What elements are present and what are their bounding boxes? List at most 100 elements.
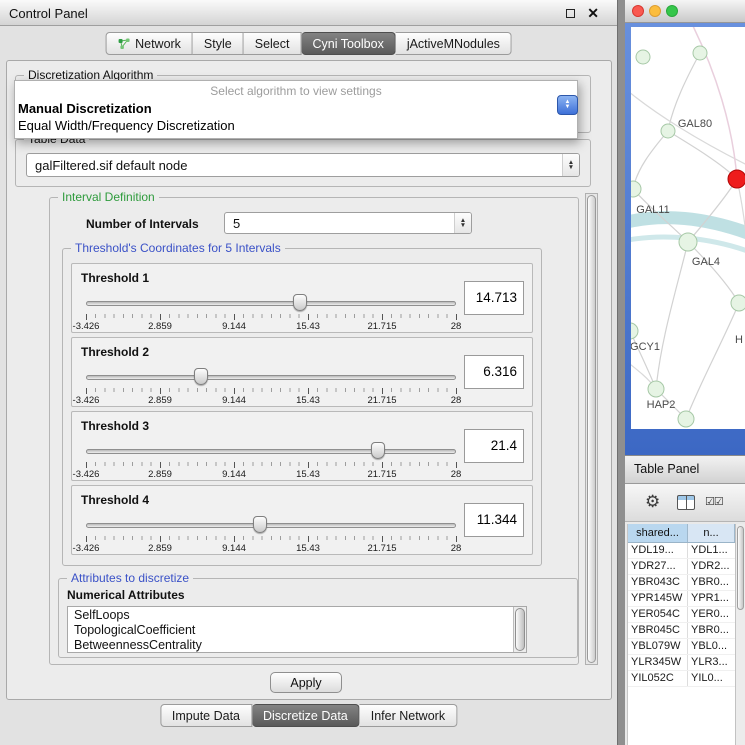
- threshold-value-field[interactable]: 6.316: [464, 355, 524, 389]
- network-edge[interactable]: [631, 331, 656, 389]
- network-node[interactable]: [661, 124, 675, 138]
- combobox-arrows-icon: ▲ ▼: [454, 213, 471, 233]
- table-row[interactable]: YDR27...YDR2...: [628, 559, 735, 575]
- table-scrollbar-thumb[interactable]: [737, 526, 744, 610]
- tab-network[interactable]: Network: [105, 32, 193, 55]
- apply-button[interactable]: Apply: [270, 672, 342, 693]
- attribute-item-betweennesscentrality[interactable]: BetweennessCentrality: [68, 638, 513, 653]
- slider-tick-labels: -3.4262.8599.14415.4321.71528: [86, 321, 456, 331]
- table-row[interactable]: YER054CYER0...: [628, 607, 735, 623]
- network-edge[interactable]: [656, 242, 688, 389]
- major-tick: [456, 388, 457, 394]
- table-cell: YPR145W: [628, 591, 688, 606]
- control-panel-content: Discretization Algorithm Table Data galF…: [6, 60, 612, 700]
- table-data-group: Table Data galFiltered.sif default node …: [15, 139, 591, 187]
- threshold-slider[interactable]: -3.4262.8599.14415.4321.71528: [86, 292, 456, 332]
- threshold-panel: Threshold 2-3.4262.8599.14415.4321.71528…: [71, 337, 533, 407]
- table-data-combobox[interactable]: galFiltered.sif default node ▲ ▼: [26, 153, 580, 177]
- tab-impute-data[interactable]: Impute Data: [160, 704, 252, 727]
- table-scrollbar[interactable]: [735, 524, 745, 745]
- close-icon[interactable]: ✕: [587, 4, 599, 22]
- tab-cyni-toolbox[interactable]: Cyni Toolbox: [301, 32, 395, 55]
- slider-track: [86, 523, 456, 528]
- column-header-1[interactable]: shared...: [628, 524, 688, 542]
- major-tick: [86, 536, 87, 542]
- column-header-2[interactable]: n...: [688, 524, 735, 542]
- float-window-icon[interactable]: [566, 9, 575, 18]
- slider-thumb[interactable]: [371, 442, 385, 459]
- network-icon: [117, 38, 130, 50]
- attribute-item-topologicalcoefficient[interactable]: TopologicalCoefficient: [68, 623, 513, 638]
- slider-thumb[interactable]: [293, 294, 307, 311]
- tab-label: Select: [255, 37, 290, 51]
- algorithm-option-manual-discretization[interactable]: Manual Discretization: [15, 101, 577, 118]
- network-edge[interactable]: [688, 242, 739, 303]
- arrow-down-glyph: ▼: [460, 223, 466, 228]
- threshold-value-field[interactable]: 14.713: [464, 281, 524, 315]
- network-edge[interactable]: [686, 303, 739, 419]
- network-node-highlighted[interactable]: [728, 170, 745, 188]
- list-scrollbar[interactable]: [513, 607, 526, 652]
- network-canvas[interactable]: GAL80GAL11GAL4GCY1HAP2H: [631, 27, 745, 429]
- network-node[interactable]: [631, 181, 641, 197]
- minimize-traffic-light-icon[interactable]: [649, 5, 661, 17]
- threshold-slider[interactable]: -3.4262.8599.14415.4321.71528: [86, 366, 456, 406]
- control-panel-titlebar: Control Panel ✕: [0, 0, 617, 26]
- tick-label: 21.715: [367, 469, 396, 480]
- major-tick: [308, 388, 309, 394]
- network-node[interactable]: [693, 46, 707, 60]
- num-intervals-combobox[interactable]: 5 ▲ ▼: [224, 212, 472, 234]
- table-cell: YIL0...: [688, 671, 735, 686]
- threshold-value-field[interactable]: 11.344: [464, 503, 524, 537]
- table-data-combobox-value: galFiltered.sif default node: [27, 158, 562, 173]
- slider-tick-marks: [86, 462, 456, 466]
- table-row[interactable]: YDL19...YDL1...: [628, 543, 735, 559]
- network-node[interactable]: [636, 50, 650, 64]
- slider-thumb[interactable]: [194, 368, 208, 385]
- major-tick: [456, 462, 457, 468]
- table-row[interactable]: YBL079WYBL0...: [628, 639, 735, 655]
- threshold-slider[interactable]: -3.4262.8599.14415.4321.71528: [86, 440, 456, 480]
- tab-infer-network[interactable]: Infer Network: [360, 704, 457, 727]
- zoom-traffic-light-icon[interactable]: [666, 5, 678, 17]
- tab-discretize-data[interactable]: Discretize Data: [252, 704, 360, 727]
- slider-thumb[interactable]: [253, 516, 267, 533]
- table-row[interactable]: YBR045CYBR0...: [628, 623, 735, 639]
- network-node[interactable]: [731, 295, 745, 311]
- network-edge[interactable]: [633, 131, 668, 189]
- close-traffic-light-icon[interactable]: [632, 5, 644, 17]
- gear-icon[interactable]: ⚙: [645, 492, 660, 512]
- attribute-item-selfloops[interactable]: SelfLoops: [68, 608, 513, 623]
- table-cell: YBR0...: [688, 575, 735, 590]
- table-row[interactable]: YLR345WYLR3...: [628, 655, 735, 671]
- network-node[interactable]: [631, 323, 638, 339]
- tab-jactivemnodules[interactable]: jActiveMNodules: [396, 32, 512, 55]
- network-edge[interactable]: [631, 218, 745, 235]
- major-tick: [382, 314, 383, 320]
- table-cell: YBR0...: [688, 623, 735, 638]
- table-cell: YDR2...: [688, 559, 735, 574]
- columns-icon[interactable]: [677, 495, 695, 510]
- arrow-down-glyph: ▼: [568, 165, 574, 170]
- panel-scrollbar-thumb[interactable]: [587, 195, 596, 663]
- tab-select[interactable]: Select: [244, 32, 302, 55]
- list-scrollbar-thumb[interactable]: [515, 608, 525, 651]
- slider-tick-labels: -3.4262.8599.14415.4321.71528: [86, 543, 456, 553]
- table-row[interactable]: YBR043CYBR0...: [628, 575, 735, 591]
- select-columns-checkbox-icons[interactable]: ☑☑: [705, 495, 723, 508]
- tab-label: Style: [204, 37, 232, 51]
- threshold-value-field[interactable]: 21.4: [464, 429, 524, 463]
- thresholds-group-title: Threshold's Coordinates for 5 Intervals: [71, 241, 285, 255]
- table-row[interactable]: YIL052CYIL0...: [628, 671, 735, 687]
- threshold-slider[interactable]: -3.4262.8599.14415.4321.71528: [86, 514, 456, 554]
- algorithm-combo-arrows[interactable]: ▲ ▼: [557, 95, 578, 115]
- tick-label: 15.43: [296, 321, 320, 332]
- table-row[interactable]: YPR145WYPR1...: [628, 591, 735, 607]
- tab-style[interactable]: Style: [193, 32, 244, 55]
- algorithm-option-equal-width-frequency-discretization[interactable]: Equal Width/Frequency Discretization: [15, 118, 577, 135]
- network-node[interactable]: [679, 233, 697, 251]
- network-node[interactable]: [648, 381, 664, 397]
- table-body: YDL19...YDL1...YDR27...YDR2...YBR043CYBR…: [628, 543, 735, 687]
- network-node[interactable]: [678, 411, 694, 427]
- panel-scrollbar[interactable]: [585, 193, 598, 665]
